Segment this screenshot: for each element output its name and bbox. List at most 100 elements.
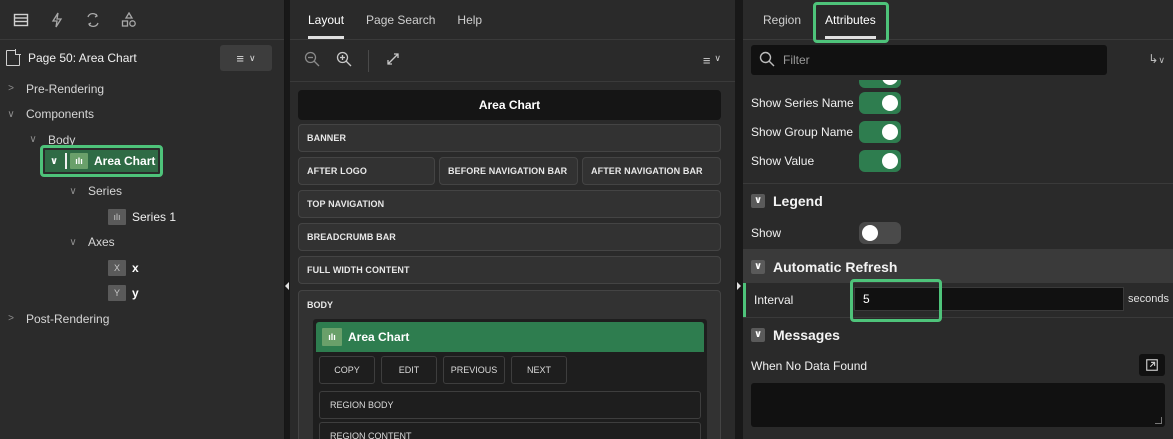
menu-lines-icon: ≡ (236, 50, 244, 66)
section-messages[interactable]: ∨ Messages (743, 317, 1173, 351)
processing-icon[interactable] (84, 11, 102, 29)
clipped-toggle-row (743, 80, 1173, 88)
page-title: Page 50: Area Chart (28, 51, 137, 65)
collapse-right-icon[interactable] (737, 282, 741, 290)
tree-item-axis-y[interactable]: Y y (0, 281, 284, 307)
tree-item-area-chart[interactable]: ∨ ılı Area Chart (45, 150, 158, 172)
tab-help[interactable]: Help (457, 13, 482, 39)
selection-bar (65, 153, 67, 169)
prop-interval: Interval 5 seconds (743, 283, 1173, 317)
region-header[interactable]: ılı Area Chart (316, 322, 704, 352)
right-splitter[interactable] (735, 0, 743, 439)
collapse-icon: ∨ (751, 327, 765, 342)
no-data-textarea[interactable] (751, 383, 1165, 427)
tab-layout[interactable]: Layout (308, 13, 345, 39)
tree-item-pre-rendering[interactable]: > Pre-Rendering (0, 76, 284, 102)
show-series-name-toggle[interactable] (859, 92, 901, 114)
tree-item-label: Axes (88, 235, 115, 250)
slot-after-navigation-bar[interactable]: AFTER NAVIGATION BAR (582, 157, 721, 185)
property-tabs: Region Attributes (743, 0, 1173, 40)
go-to-group-button[interactable]: ↳∨ (1148, 52, 1165, 66)
layout-menu-button[interactable]: ≡ ∨ (703, 53, 721, 68)
show-group-name-toggle[interactable] (859, 121, 901, 143)
chevron-down-icon: ∨ (49, 155, 59, 167)
tree-item-label: Components (26, 107, 95, 122)
edit-button[interactable]: EDIT (381, 356, 437, 384)
previous-button[interactable]: PREVIOUS (443, 356, 505, 384)
rendering-tree-icon[interactable] (12, 11, 30, 29)
prop-label: Interval (754, 293, 794, 307)
slot-top-navigation[interactable]: TOP NAVIGATION (298, 190, 721, 218)
chevron-right-icon: > (8, 313, 14, 325)
show-value-toggle[interactable] (859, 150, 901, 172)
legend-show-toggle[interactable] (859, 222, 901, 244)
slot-body-label: BODY (307, 300, 334, 310)
layout-toolbar: ≡ ∨ (290, 40, 735, 82)
attributes-tab-highlight (813, 2, 889, 43)
page-menu-button[interactable]: ≡ ∨ (220, 45, 272, 71)
tree-item-post-rendering[interactable]: > Post-Rendering (0, 306, 284, 332)
region-area-chart[interactable]: ılı Area Chart COPY EDIT PREVIOUS NEXT R… (313, 319, 707, 439)
page-header-row: Page 50: Area Chart ≡ ∨ (0, 40, 284, 76)
next-button[interactable]: NEXT (511, 356, 567, 384)
slot-after-logo[interactable]: AFTER LOGO (298, 157, 435, 185)
prop-legend-show: Show (743, 217, 1173, 249)
slot-region-body[interactable]: REGION BODY (319, 391, 701, 419)
slot-before-navigation-bar[interactable]: BEFORE NAVIGATION BAR (439, 157, 578, 185)
property-editor-panel: Region Attributes Filter ↳∨ Show Series … (743, 0, 1173, 439)
layout-panel: Layout Page Search Help ≡ ∨ Area Chart BA… (290, 0, 735, 439)
y-axis-icon: Y (108, 285, 126, 302)
area-chart-icon: ılı (322, 328, 342, 346)
tree-item-axes[interactable]: ∨ Axes (0, 230, 284, 256)
shared-components-icon[interactable] (120, 11, 138, 29)
x-axis-icon: X (108, 259, 126, 276)
slot-breadcrumb-bar[interactable]: BREADCRUMB BAR (298, 223, 721, 251)
interval-unit: seconds (1128, 293, 1169, 305)
copy-button[interactable]: COPY (319, 356, 375, 384)
tree-item-label: Series 1 (132, 209, 177, 224)
slot-region-content[interactable]: REGION CONTENT (319, 422, 701, 439)
center-tabs: Layout Page Search Help (290, 0, 735, 40)
chevron-right-icon: > (8, 83, 14, 95)
slot-full-width-content[interactable]: FULL WIDTH CONTENT (298, 256, 721, 284)
slot-body[interactable]: BODY ılı Area Chart COPY EDIT PREVIOUS N… (298, 290, 721, 439)
menu-lines-icon: ≡ (702, 53, 711, 68)
page-title-bar[interactable]: Area Chart (298, 90, 721, 120)
region-title: Area Chart (348, 330, 410, 344)
chevron-down-icon: ∨ (69, 236, 77, 248)
tab-page-search[interactable]: Page Search (366, 13, 435, 39)
zoom-in-icon[interactable] (336, 51, 352, 70)
tree-item-series-1[interactable]: ılı Series 1 (0, 204, 284, 230)
prop-label: When No Data Found (751, 359, 868, 373)
prop-label: Show Value (751, 153, 815, 168)
prop-show-series-name: Show Series Name (743, 88, 1173, 117)
chevron-down-icon: ∨ (249, 52, 256, 63)
collapse-left-icon[interactable] (285, 282, 289, 290)
tree-item-label: Post-Rendering (26, 311, 110, 326)
section-title: Legend (773, 192, 823, 209)
tree-item-label: Area Chart (94, 154, 156, 168)
filter-placeholder: Filter (783, 53, 810, 67)
tree-item-label: y (132, 286, 139, 301)
expand-icon[interactable] (385, 51, 401, 70)
page-icon (6, 49, 21, 66)
prop-label: Show Series Name (751, 95, 854, 110)
chevron-down-icon: ∨ (7, 108, 15, 120)
filter-input[interactable]: Filter (751, 45, 1107, 75)
tab-region[interactable]: Region (763, 13, 801, 39)
zoom-out-icon[interactable] (304, 51, 320, 70)
chevron-down-icon: ∨ (69, 185, 77, 197)
external-edit-icon (1146, 359, 1158, 371)
series-icon: ılı (108, 208, 126, 225)
section-legend[interactable]: ∨ Legend (743, 183, 1173, 217)
dynamic-actions-icon[interactable] (48, 11, 66, 29)
toggle-partial[interactable] (859, 80, 901, 88)
open-editor-button[interactable] (1139, 354, 1165, 376)
section-automatic-refresh[interactable]: ∨ Automatic Refresh (743, 249, 1173, 283)
prop-show-value: Show Value (743, 146, 1173, 175)
slot-banner[interactable]: BANNER (298, 124, 721, 152)
prop-label: Show (751, 226, 782, 240)
tree-item-axis-x[interactable]: X x (0, 255, 284, 281)
tree-item-series[interactable]: ∨ Series (0, 179, 284, 205)
tree-item-components[interactable]: ∨ Components (0, 102, 284, 128)
